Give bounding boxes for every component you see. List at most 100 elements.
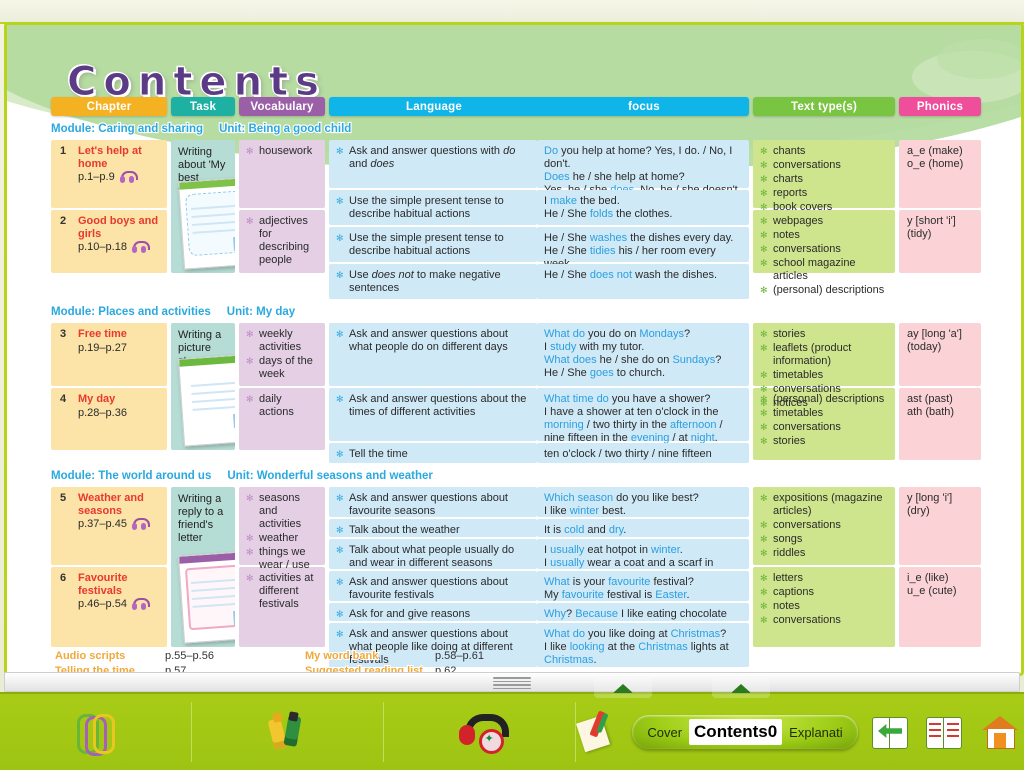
marker-tool-button[interactable] [192, 702, 384, 762]
chapter-cell[interactable]: 6 Favourite festivals p.46–p.54 [51, 567, 167, 647]
page-selector[interactable]: Cover Contents0 Explanati [632, 715, 858, 749]
asterisk-bullet-icon: ✻ [760, 285, 768, 295]
page-turn-button[interactable] [868, 702, 912, 762]
pen-tool-button[interactable] [576, 709, 622, 755]
phonics-column: y [long 'i'] (dry) i_e (like) u_e (cute) [899, 487, 981, 667]
chapter-title: Let's help at home [78, 145, 142, 170]
language-cell: ✻ Use does not to make negative sentences [329, 264, 537, 299]
module-row-group: 5 Weather and seasons p.37–p.45 6 Favourite … [51, 487, 991, 667]
home-icon [982, 716, 1018, 749]
headphone-icon [131, 518, 150, 530]
language-column: ✻ Ask and answer questions about favourit… [329, 487, 537, 667]
chapter-number: 3 [60, 328, 67, 340]
list-item: ✻ (personal) descriptions [760, 393, 885, 405]
home-button[interactable] [976, 702, 1024, 762]
vocabulary-cell: ✻ seasons and activities ✻ weather ✻ things w… [239, 487, 325, 571]
asterisk-bullet-icon: ✻ [760, 520, 768, 530]
chapter-cell[interactable]: 4 My day p.28–p.36 [51, 388, 167, 450]
column-header-vocabulary: Vocabulary [239, 97, 325, 116]
module-header: Module: Caring and sharing Unit: Being a … [50, 120, 991, 137]
phonics-column: a_e (make) o_e (home) y [short 'i'] (tidy) [899, 140, 981, 299]
asterisk-bullet-icon: ✻ [246, 394, 254, 404]
list-item: ✻ conversations [760, 519, 841, 531]
chapter-cell[interactable]: 3 Free time p.19–p.27 [51, 323, 167, 386]
list-item: ✻ riddles [760, 547, 806, 559]
list-item: ✻ conversations [760, 614, 841, 626]
column-header-text-types: Text type(s) [753, 97, 895, 116]
table-header-row: Chapter Task Vocabulary Language focus T… [51, 97, 991, 116]
headphones-tool-button[interactable]: ✦ [384, 702, 576, 762]
list-item: ✻ captions [760, 586, 814, 598]
column-header-focus: focus [628, 100, 660, 113]
language-objective: ✻ Tell the time [336, 448, 408, 460]
asterisk-bullet-icon: ✻ [246, 216, 254, 226]
list-item: ✻ leaflets (product information) [760, 342, 852, 367]
module-row-group: 3 Free time p.19–p.27 4 My day p.28–p.36 Writi… [51, 323, 991, 463]
page-selector-pill[interactable]: Cover Contents0 Explanati [632, 715, 858, 749]
language-objective: ✻ Use the simple present tense to describ… [336, 232, 504, 257]
asterisk-bullet-icon: ✻ [336, 577, 344, 587]
list-item: ✻ seasons and activities [246, 492, 302, 530]
asterisk-bullet-icon: ✻ [246, 573, 254, 583]
phonics-entry: ay [long 'a'] (today) [907, 328, 962, 353]
nav-page-explanati[interactable]: Explanati [782, 725, 849, 740]
headphone-icon [131, 598, 150, 610]
text-types-cell: ✻ expositions (magazine articles) ✻ convers… [753, 487, 895, 565]
language-cell: ✻ Ask and answer questions with do and do… [329, 140, 537, 188]
asterisk-bullet-icon: ✻ [760, 146, 768, 156]
list-item: ✻ conversations [760, 421, 841, 433]
module-header: Module: The world around us Unit: Wonderf… [50, 467, 991, 484]
language-column: ✻ Ask and answer questions about what peo… [329, 323, 537, 463]
module-row-group: 1 Let's help at home p.1–p.9 2 Good boys and… [51, 140, 991, 299]
list-item: ✻ chants [760, 145, 806, 157]
task-cell: Writing about 'My best friend' [171, 140, 235, 273]
column-header-chapter: Chapter [51, 97, 167, 116]
asterisk-bullet-icon: ✻ [246, 547, 254, 557]
nav-page-cover[interactable]: Cover [640, 725, 689, 740]
chapter-cell[interactable]: 5 Weather and seasons p.37–p.45 [51, 487, 167, 565]
vocabulary-column: ✻ weekly activities ✻ days of the week ✻ dail… [239, 323, 325, 463]
list-item: ✻ songs [760, 533, 803, 545]
list-item: ✻ conversations [760, 159, 841, 171]
list-item: ✻ adjectives for describing people [246, 215, 310, 266]
list-item: ✻ webpages [760, 215, 824, 227]
list-item: ✻ activities at different festivals [246, 572, 314, 610]
asterisk-bullet-icon: ✻ [336, 329, 344, 339]
nav-page-contents0[interactable]: Contents0 [689, 719, 783, 745]
chapter-pages: p.28–p.36 [78, 406, 127, 419]
chapter-title: Good boys and girls [78, 215, 159, 240]
asterisk-bullet-icon: ✻ [336, 493, 344, 503]
modules-container: Module: Caring and sharing Unit: Being a … [50, 120, 991, 667]
asterisk-bullet-icon: ✻ [336, 525, 344, 535]
asterisk-bullet-icon: ✻ [760, 394, 768, 404]
scroll-up-button-left[interactable] [594, 678, 652, 698]
chapter-title: Weather and seasons [78, 492, 144, 517]
scroll-up-button-right[interactable] [712, 678, 770, 698]
paperclip-icon [75, 711, 117, 756]
focus-column: Do you help at home? Yes, I do. / No, I … [537, 140, 749, 299]
vocabulary-cell: ✻ daily actions [239, 388, 325, 450]
phonics-cell: i_e (like) u_e (cute) [899, 567, 981, 647]
list-item: ✻ timetables [760, 369, 824, 381]
bookmark-button[interactable] [922, 702, 966, 762]
language-cell: ✻ Talk about the weather [329, 519, 537, 537]
task-column: Writing a picture story [171, 323, 235, 463]
phonics-entry: u_e (cute) [907, 585, 957, 597]
footer-label[interactable]: My word bank [304, 649, 435, 663]
language-objective: ✻ Ask for and give reasons [336, 608, 471, 620]
list-item: ✻ (personal) descriptions [760, 284, 885, 296]
chapter-cell[interactable]: 2 Good boys and girls p.10–p.18 [51, 210, 167, 273]
scrollbar-grip[interactable] [493, 677, 531, 690]
language-cell: ✻ Use the simple present tense to describ… [329, 190, 537, 225]
asterisk-bullet-icon: ✻ [246, 146, 254, 156]
focus-column: Which season do you like best? I like win… [537, 487, 749, 667]
list-item: ✻ weather [246, 532, 299, 544]
footer-label[interactable]: Audio scripts [54, 649, 165, 663]
language-cell: ✻ Ask and answer questions about favourit… [329, 571, 537, 601]
vocabulary-column: ✻ housework ✻ adjectives for describing peo… [239, 140, 325, 299]
chapter-cell[interactable]: 1 Let's help at home p.1–p.9 [51, 140, 167, 208]
asterisk-bullet-icon: ✻ [246, 533, 254, 543]
asterisk-bullet-icon: ✻ [760, 615, 768, 625]
paperclip-tool-button[interactable] [0, 702, 192, 762]
headphone-icon [131, 241, 150, 253]
